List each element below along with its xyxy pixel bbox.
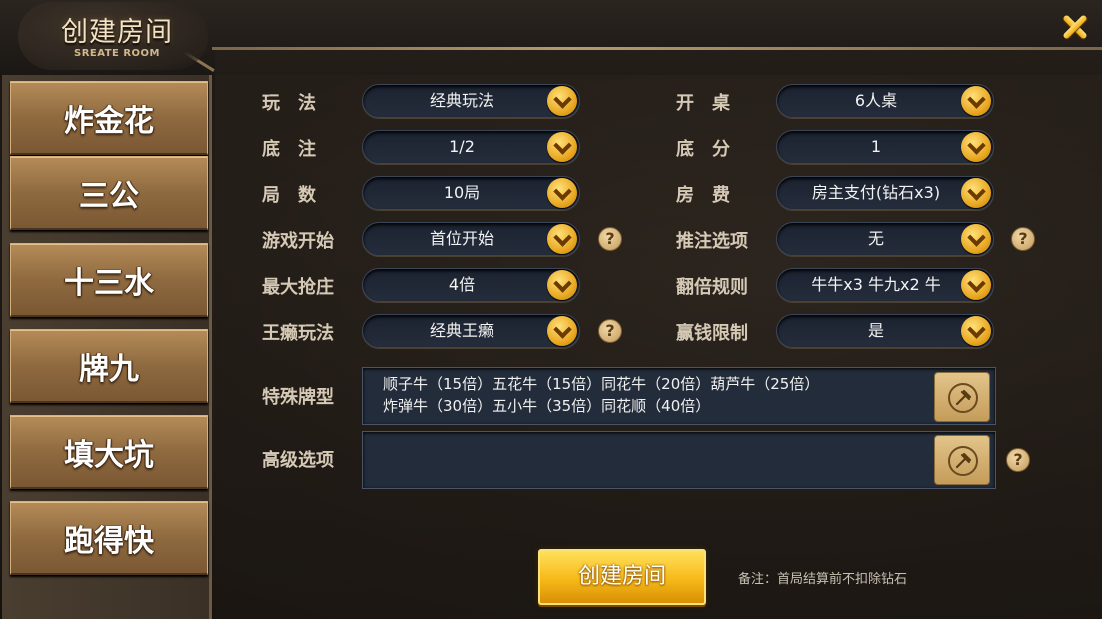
dropdown-value: 无 (867, 229, 884, 248)
dropdown-tuizhuxuanxiang[interactable]: 无 (776, 222, 994, 256)
chevron-down-icon[interactable] (961, 86, 991, 116)
chevron-down-icon[interactable] (547, 270, 577, 300)
label-yingqianxianzhi: 赢钱限制 (676, 323, 748, 344)
page-subtitle: SREATE ROOM (74, 48, 160, 59)
tab-paodekuai[interactable]: 跑得快 (10, 501, 208, 575)
dropdown-youxikaishi[interactable]: 首位开始 (362, 222, 580, 256)
tab-zhajinhua[interactable]: 炸金花 (10, 81, 208, 155)
chevron-down-icon[interactable] (961, 270, 991, 300)
label-fanbeiguize: 翻倍规则 (676, 277, 748, 298)
dropdown-value: 经典玩法 (429, 91, 494, 110)
label-tuizhuxuanxiang: 推注选项 (676, 231, 748, 252)
dropdown-value: 牛牛x3 牛九x2 牛 (811, 275, 941, 294)
dropdown-yingqianxianzhi[interactable]: 是 (776, 314, 994, 348)
chevron-down-icon[interactable] (961, 178, 991, 208)
label-wanfa: 玩 法 (262, 93, 316, 114)
label-jushu: 局 数 (262, 185, 316, 206)
dropdown-value: 6人桌 (854, 91, 898, 110)
label-kaizhuo: 开 桌 (676, 93, 730, 114)
dropdown-value: 4倍 (448, 275, 476, 294)
chevron-down-icon[interactable] (961, 224, 991, 254)
game-sidebar: 炸金花 三公 十三水 牌九 填大坑 跑得快 (2, 75, 212, 619)
label-gaojixuanxiang: 高级选项 (262, 450, 334, 471)
dropdown-zuidaqiangzhuang[interactable]: 4倍 (362, 268, 580, 302)
dropdown-value: 是 (867, 321, 884, 340)
special-card-types-line1: 顺子牛（15倍）五花牛（15倍）同花牛（20倍）葫芦牛（25倍） (383, 375, 820, 393)
edit-special-button[interactable] (934, 372, 990, 422)
chevron-down-icon[interactable] (547, 132, 577, 162)
label-zuidaqiangzhuang: 最大抢庄 (262, 277, 334, 298)
dropdown-kaizhuo[interactable]: 6人桌 (776, 84, 994, 118)
label-wanglaiwanfa: 王癞玩法 (262, 323, 334, 344)
chevron-down-icon[interactable] (961, 132, 991, 162)
dropdown-fanbeiguize[interactable]: 牛牛x3 牛九x2 牛 (776, 268, 994, 302)
label-fangfei: 房 费 (676, 185, 730, 206)
create-room-button[interactable]: 创建房间 (538, 549, 706, 605)
dropdown-fangfei[interactable]: 房主支付(钻石x3) (776, 176, 994, 210)
tab-shisanshui[interactable]: 十三水 (10, 243, 208, 317)
label-dizhu: 底 注 (262, 139, 316, 160)
help-icon[interactable]: ? (598, 227, 622, 251)
label-difen: 底 分 (676, 139, 730, 160)
advanced-options-box[interactable] (362, 431, 996, 489)
dropdown-value: 经典王癞 (429, 321, 494, 340)
pin-icon (948, 446, 978, 476)
dropdown-value: 房主支付(钻石x3) (811, 183, 941, 202)
dropdown-value: 1 (870, 137, 882, 156)
dropdown-jushu[interactable]: 10局 (362, 176, 580, 210)
edit-advanced-button[interactable] (934, 435, 990, 485)
dropdown-value: 10局 (443, 183, 481, 202)
footer-note: 备注：首局结算前不扣除钻石 (738, 572, 908, 587)
tab-sangong[interactable]: 三公 (10, 156, 208, 230)
chevron-down-icon[interactable] (547, 224, 577, 254)
special-card-types-box[interactable]: 顺子牛（15倍）五花牛（15倍）同花牛（20倍）葫芦牛（25倍） 炸弹牛（30倍… (362, 367, 996, 425)
label-youxikaishi: 游戏开始 (262, 231, 334, 252)
label-teshupaixing: 特殊牌型 (262, 387, 334, 408)
chevron-down-icon[interactable] (547, 86, 577, 116)
dropdown-wanfa[interactable]: 经典玩法 (362, 84, 580, 118)
help-icon[interactable]: ? (1011, 227, 1035, 251)
pin-icon (948, 383, 978, 413)
chevron-down-icon[interactable] (547, 316, 577, 346)
chevron-down-icon[interactable] (547, 178, 577, 208)
tab-tiandakeng[interactable]: 填大坑 (10, 415, 208, 489)
page-title: 创建房间 (61, 17, 173, 48)
dropdown-dizhu[interactable]: 1/2 (362, 130, 580, 164)
dropdown-difen[interactable]: 1 (776, 130, 994, 164)
dropdown-wanglaiwanfa[interactable]: 经典王癞 (362, 314, 580, 348)
tab-paijiu[interactable]: 牌九 (10, 329, 208, 403)
help-icon[interactable]: ? (598, 319, 622, 343)
dropdown-value: 首位开始 (429, 229, 494, 248)
chevron-down-icon[interactable] (961, 316, 991, 346)
dropdown-value: 1/2 (449, 137, 475, 156)
special-card-types-line2: 炸弹牛（30倍）五小牛（35倍）同花顺（40倍） (383, 397, 711, 415)
close-icon[interactable] (1058, 10, 1092, 44)
help-icon[interactable]: ? (1006, 448, 1030, 472)
